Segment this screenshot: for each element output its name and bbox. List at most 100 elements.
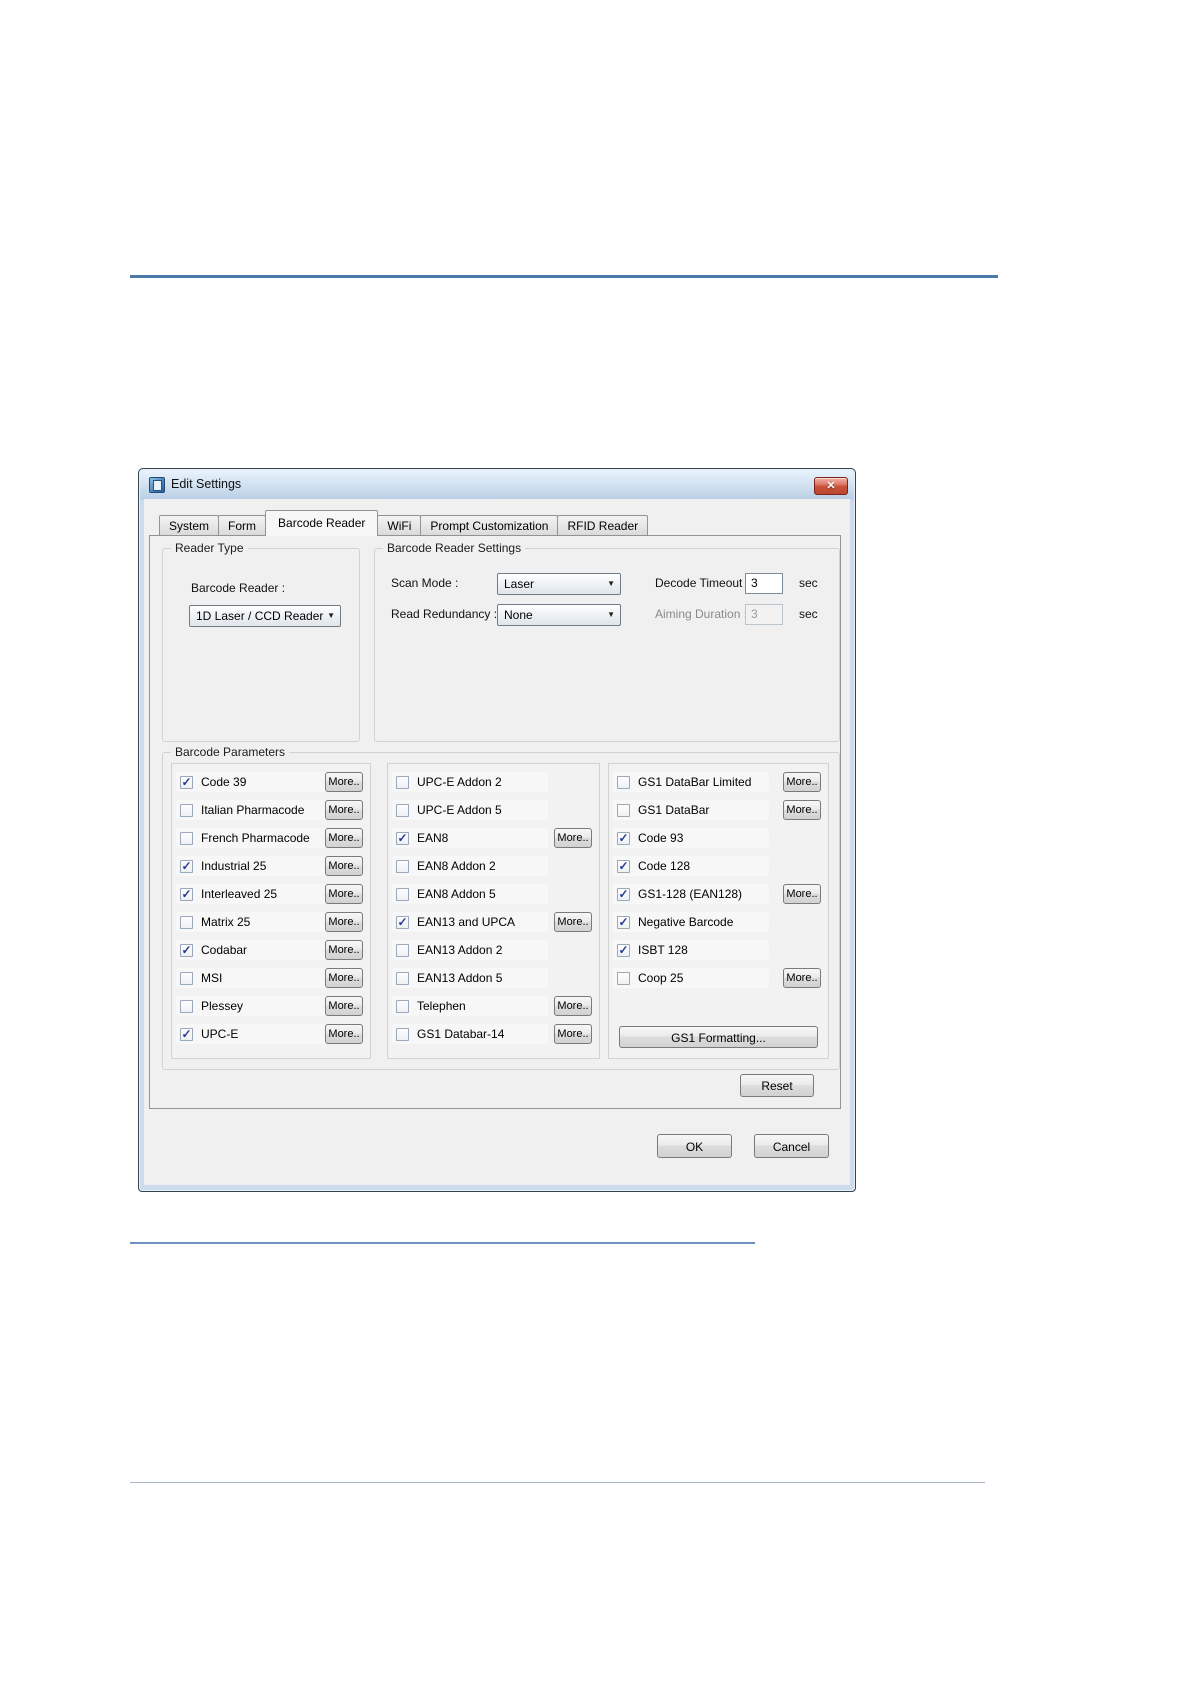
param-row-strip: UPC-E Addon 5 — [392, 800, 548, 820]
more-button-italian-pharmacode[interactable]: More.. — [325, 800, 363, 820]
checkbox-italian-pharmacode[interactable] — [180, 803, 193, 817]
more-button-ean13-and-upca[interactable]: More.. — [554, 912, 592, 932]
more-button-interleaved-25[interactable]: More.. — [325, 884, 363, 904]
param-label: Interleaved 25 — [201, 887, 278, 901]
reader-type-legend: Reader Type — [171, 541, 248, 555]
checkbox-coop-25[interactable] — [617, 971, 630, 985]
checkbox-code-93[interactable]: ✓ — [617, 831, 630, 845]
param-label: Code 39 — [201, 775, 247, 789]
more-button-codabar[interactable]: More.. — [325, 940, 363, 960]
checkbox-msi[interactable] — [180, 971, 193, 985]
aiming-duration-label: Aiming Duration : — [655, 607, 748, 621]
checkbox-upc-e-addon-5[interactable] — [396, 803, 409, 817]
checkbox-code-39[interactable]: ✓ — [180, 775, 193, 789]
param-row-strip: ✓ Code 128 — [613, 856, 769, 876]
checkbox-telephen[interactable] — [396, 999, 409, 1013]
param-row-msi: MSI More.. — [176, 968, 366, 988]
checkbox-ean13-and-upca[interactable]: ✓ — [396, 915, 409, 929]
read-redundancy-dropdown[interactable]: None ▼ — [497, 604, 621, 626]
parameters-column-1: ✓ Code 39 More.. Italian Pharmacode More.. Fr… — [171, 763, 371, 1059]
param-label: Industrial 25 — [201, 859, 267, 873]
scan-mode-dropdown-value: Laser — [504, 577, 535, 591]
tab-wifi[interactable]: WiFi — [377, 515, 422, 536]
more-button-coop-25[interactable]: More.. — [783, 968, 821, 988]
more-button-telephen[interactable]: More.. — [554, 996, 592, 1016]
param-label: GS1-128 (EAN128) — [638, 887, 743, 901]
tab-strip: System Form Barcode Reader WiFi Prompt Custo… — [159, 510, 649, 536]
param-row-gs1-databar-limited: GS1 DataBar Limited More.. — [613, 772, 824, 792]
checkbox-isbt-128[interactable]: ✓ — [617, 943, 630, 957]
more-button-ean8[interactable]: More.. — [554, 828, 592, 848]
checkbox-industrial-25[interactable]: ✓ — [180, 859, 193, 873]
param-row-strip: French Pharmacode — [176, 828, 332, 848]
chevron-down-icon: ▼ — [607, 579, 615, 588]
tab-rfid-reader[interactable]: RFID Reader — [557, 515, 649, 536]
checkbox-ean13-addon-5[interactable] — [396, 971, 409, 985]
param-row-strip: MSI — [176, 968, 332, 988]
param-label: EAN8 — [417, 831, 449, 845]
param-row-strip: ✓ Negative Barcode — [613, 912, 769, 932]
title-bar[interactable]: Edit Settings ✕ — [140, 470, 854, 500]
checkbox-upc-e[interactable]: ✓ — [180, 1027, 193, 1041]
checkbox-gs1-databar-14[interactable] — [396, 1027, 409, 1041]
checkbox-ean8-addon-2[interactable] — [396, 859, 409, 873]
tab-form[interactable]: Form — [218, 515, 267, 536]
more-button-gs1-databar-14[interactable]: More.. — [554, 1024, 592, 1044]
decode-timeout-unit: sec — [799, 576, 818, 590]
checkbox-french-pharmacode[interactable] — [180, 831, 193, 845]
checkbox-upc-e-addon-2[interactable] — [396, 775, 409, 789]
tab-system[interactable]: System — [159, 515, 220, 536]
checkbox-interleaved-25[interactable]: ✓ — [180, 887, 193, 901]
ok-button[interactable]: OK — [657, 1134, 732, 1158]
more-button-gs1-128-ean128[interactable]: More.. — [783, 884, 821, 904]
parameters-column-2: UPC-E Addon 2 UPC-E Addon 5 ✓ EAN8 More.. EAN… — [387, 763, 600, 1059]
checkbox-plessey[interactable] — [180, 999, 193, 1013]
param-row-strip: Italian Pharmacode — [176, 800, 332, 820]
more-button-gs1-databar-limited[interactable]: More.. — [783, 772, 821, 792]
middle-divider-rule — [130, 1242, 755, 1244]
checkbox-gs1-databar[interactable] — [617, 803, 630, 817]
checkbox-negative-barcode[interactable]: ✓ — [617, 915, 630, 929]
checkbox-gs1-databar-limited[interactable] — [617, 775, 630, 789]
param-row-code-93: ✓ Code 93 — [613, 828, 824, 848]
more-button-msi[interactable]: More.. — [325, 968, 363, 988]
more-button-plessey[interactable]: More.. — [325, 996, 363, 1016]
param-row-strip: GS1 DataBar Limited — [613, 772, 769, 792]
checkbox-ean13-addon-2[interactable] — [396, 943, 409, 957]
checkbox-matrix-25[interactable] — [180, 915, 193, 929]
param-row-strip: ✓ Codabar — [176, 940, 332, 960]
scan-mode-dropdown[interactable]: Laser ▼ — [497, 573, 621, 595]
document-page: Edit Settings ✕ System Form Barcode Reader… — [0, 0, 1191, 1683]
param-row-ean13-and-upca: ✓ EAN13 and UPCA More.. — [392, 912, 595, 932]
more-button-code-39[interactable]: More.. — [325, 772, 363, 792]
more-button-french-pharmacode[interactable]: More.. — [325, 828, 363, 848]
param-row-upc-e-addon-2: UPC-E Addon 2 — [392, 772, 595, 792]
param-row-strip: GS1 Databar-14 — [392, 1024, 548, 1044]
param-label: EAN13 Addon 5 — [417, 971, 503, 985]
checkbox-gs1-128-ean128[interactable]: ✓ — [617, 887, 630, 901]
more-button-upc-e[interactable]: More.. — [325, 1024, 363, 1044]
param-label: French Pharmacode — [201, 831, 310, 845]
more-button-gs1-databar[interactable]: More.. — [783, 800, 821, 820]
app-icon — [149, 477, 165, 493]
param-row-gs1-databar-14: GS1 Databar-14 More.. — [392, 1024, 595, 1044]
param-row-ean8-addon-2: EAN8 Addon 2 — [392, 856, 595, 876]
close-button[interactable]: ✕ — [814, 477, 848, 495]
checkbox-code-128[interactable]: ✓ — [617, 859, 630, 873]
barcode-reader-dropdown[interactable]: 1D Laser / CCD Reader ▼ — [189, 605, 341, 627]
checkbox-codabar[interactable]: ✓ — [180, 943, 193, 957]
checkbox-ean8-addon-5[interactable] — [396, 887, 409, 901]
tab-prompt-customization[interactable]: Prompt Customization — [420, 515, 559, 536]
more-button-matrix-25[interactable]: More.. — [325, 912, 363, 932]
barcode-reader-label: Barcode Reader : — [191, 581, 286, 595]
gs1-formatting-button[interactable]: GS1 Formatting... — [619, 1026, 818, 1048]
param-label: EAN13 Addon 2 — [417, 943, 503, 957]
tab-barcode-reader[interactable]: Barcode Reader — [265, 510, 379, 536]
checkbox-ean8[interactable]: ✓ — [396, 831, 409, 845]
decode-timeout-field[interactable]: 3 — [745, 573, 783, 594]
cancel-button[interactable]: Cancel — [754, 1134, 829, 1158]
param-label: Code 93 — [638, 831, 684, 845]
more-button-industrial-25[interactable]: More.. — [325, 856, 363, 876]
reset-button[interactable]: Reset — [740, 1074, 814, 1097]
param-row-strip: ✓ Industrial 25 — [176, 856, 332, 876]
